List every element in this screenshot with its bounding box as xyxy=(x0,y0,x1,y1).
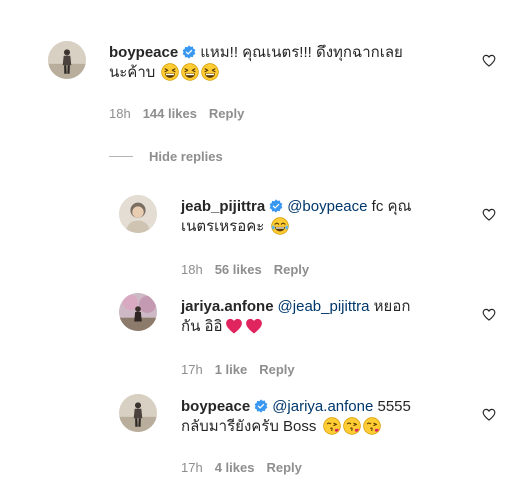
grinning-squint-face-icon xyxy=(201,63,219,81)
red-heart-icon xyxy=(245,317,263,335)
comment-time: 17h xyxy=(181,362,203,377)
avatar-image xyxy=(119,195,157,233)
comment-line-2: กลับมารียังครับ Boss xyxy=(181,418,317,435)
face-blowing-kiss-icon xyxy=(323,417,341,435)
comment-line-1: 5555 xyxy=(377,398,411,415)
like-heart-icon[interactable] xyxy=(482,308,496,321)
grinning-squint-face-icon xyxy=(161,63,179,81)
hide-replies-label: Hide replies xyxy=(149,149,223,164)
avatar[interactable] xyxy=(119,293,157,331)
comment-meta: 17h 4 likes Reply xyxy=(181,460,314,475)
comment-meta: 18h 144 likes Reply xyxy=(109,106,256,121)
comment-time: 17h xyxy=(181,460,203,475)
username[interactable]: jariya.anfone xyxy=(181,298,274,315)
username[interactable]: jeab_pijittra xyxy=(181,198,265,215)
avatar-image xyxy=(119,394,157,432)
tears-of-joy-face-icon xyxy=(271,217,289,235)
likes-count[interactable]: 144 likes xyxy=(143,106,197,121)
verified-badge-icon xyxy=(269,199,283,213)
likes-count[interactable]: 4 likes xyxy=(215,460,255,475)
like-heart-icon[interactable] xyxy=(482,208,496,221)
like-heart-icon[interactable] xyxy=(482,54,496,67)
comment-line-2: กัน อิอิ xyxy=(181,318,223,335)
verified-badge-icon xyxy=(254,399,268,413)
comment-text: jeab_pijittra @boypeace fc คุณ เนตรเหรอคะ xyxy=(181,197,481,237)
avatar-image xyxy=(119,293,157,331)
comment-line-2: เนตรเหรอคะ xyxy=(181,218,265,235)
avatar-image xyxy=(48,41,86,79)
red-heart-icon xyxy=(225,317,243,335)
verified-badge-icon xyxy=(182,45,196,59)
like-heart-icon[interactable] xyxy=(482,408,496,421)
comment-time: 18h xyxy=(109,106,131,121)
reply-button[interactable]: Reply xyxy=(209,106,244,121)
mention-link[interactable]: @boypeace xyxy=(287,198,367,215)
comment-line-1: fc คุณ xyxy=(371,198,412,215)
comment-line-1: หยอก xyxy=(373,298,411,315)
face-blowing-kiss-icon xyxy=(363,417,381,435)
mention-link[interactable]: @jariya.anfone xyxy=(272,398,373,415)
divider-line xyxy=(109,156,133,157)
comment-meta: 17h 1 like Reply xyxy=(181,362,307,377)
reply-button[interactable]: Reply xyxy=(274,262,309,277)
grinning-squint-face-icon xyxy=(181,63,199,81)
comment-meta: 18h 56 likes Reply xyxy=(181,262,321,277)
reply-button[interactable]: Reply xyxy=(266,460,301,475)
comment-text: jariya.anfone @jeab_pijittra หยอก กัน อิอ… xyxy=(181,297,481,337)
comment-line-1: แหม!! คุณเนตร!!! ดึงทุกฉากเลย xyxy=(200,44,403,61)
likes-count[interactable]: 56 likes xyxy=(215,262,262,277)
avatar[interactable] xyxy=(119,394,157,432)
comment-text: boypeace แหม!! คุณเนตร!!! ดึงทุกฉากเลย นะ… xyxy=(109,43,479,83)
likes-count[interactable]: 1 like xyxy=(215,362,248,377)
username[interactable]: boypeace xyxy=(181,398,250,415)
mention-link[interactable]: @jeab_pijittra xyxy=(278,298,370,315)
avatar[interactable] xyxy=(119,195,157,233)
username[interactable]: boypeace xyxy=(109,44,178,61)
comment-text: boypeace @jariya.anfone 5555 กลับมารียังค… xyxy=(181,397,481,437)
reply-button[interactable]: Reply xyxy=(259,362,294,377)
comment-line-2: นะค้าบ xyxy=(109,64,156,81)
avatar[interactable] xyxy=(48,41,86,79)
face-blowing-kiss-icon xyxy=(343,417,361,435)
comment-time: 18h xyxy=(181,262,203,277)
hide-replies-toggle[interactable]: Hide replies xyxy=(109,149,223,164)
